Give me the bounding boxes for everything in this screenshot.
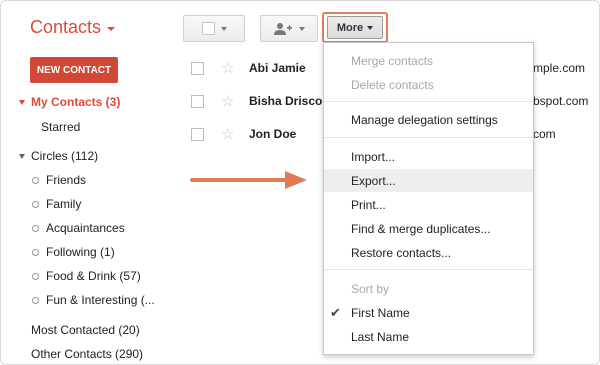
menu-item-import[interactable]: Import... bbox=[324, 145, 533, 168]
nav-most-contacted[interactable]: Most Contacted (20) bbox=[31, 323, 140, 337]
menu-item-delegation[interactable]: Manage delegation settings bbox=[324, 108, 533, 131]
circle-label: Fun & Interesting (... bbox=[46, 293, 155, 307]
more-button[interactable]: More bbox=[327, 16, 383, 39]
menu-item-restore[interactable]: Restore contacts... bbox=[324, 241, 533, 264]
menu-item-sort-last-name[interactable]: Last Name bbox=[324, 325, 533, 348]
new-contact-button[interactable]: NEW CONTACT bbox=[30, 57, 118, 83]
contact-email: bspot.com bbox=[533, 94, 589, 108]
app-title: Contacts bbox=[30, 17, 102, 37]
caret-down-icon bbox=[367, 25, 374, 30]
contacts-window: Contacts More NEW CONTACT My Contacts (3… bbox=[0, 0, 600, 365]
star-icon[interactable]: ☆ bbox=[221, 94, 235, 109]
menu-sort-by-heading: Sort by bbox=[351, 281, 390, 296]
nav-circles[interactable]: Circles (112) bbox=[19, 149, 98, 163]
circle-acquaintances[interactable]: Acquaintances bbox=[32, 221, 125, 235]
circle-label: Acquaintances bbox=[46, 221, 125, 235]
star-icon[interactable]: ☆ bbox=[221, 61, 235, 76]
expand-triangle-icon[interactable] bbox=[19, 99, 25, 105]
circle-icon bbox=[32, 296, 39, 304]
row-checkbox[interactable] bbox=[191, 94, 204, 108]
circle-icon bbox=[32, 200, 39, 208]
caret-down-icon bbox=[299, 26, 305, 31]
caret-down-icon bbox=[220, 26, 227, 31]
menu-divider bbox=[324, 101, 533, 102]
menu-item-delete-contacts: Delete contacts bbox=[351, 77, 434, 92]
expand-triangle-icon[interactable] bbox=[19, 153, 25, 159]
circle-food-drink[interactable]: Food & Drink (57) bbox=[32, 269, 141, 283]
circle-icon bbox=[32, 224, 39, 232]
checkmark-icon: ✔ bbox=[330, 304, 341, 320]
add-to-circles-button[interactable] bbox=[260, 15, 318, 42]
menu-item-merge-contacts: Merge contacts bbox=[351, 53, 434, 68]
menu-item-sort-first-name[interactable]: ✔ First Name bbox=[324, 301, 533, 324]
star-icon[interactable]: ☆ bbox=[221, 127, 235, 142]
circle-family[interactable]: Family bbox=[32, 197, 81, 211]
more-dropdown-menu: Merge contacts Delete contacts Manage de… bbox=[323, 42, 534, 355]
menu-item-print[interactable]: Print... bbox=[324, 193, 533, 216]
checkbox-icon bbox=[201, 22, 215, 35]
circle-label: Friends bbox=[46, 173, 87, 187]
menu-item-export[interactable]: Export... bbox=[324, 169, 533, 192]
nav-my-contacts[interactable]: My Contacts (3) bbox=[19, 95, 120, 109]
annotation-arrow-icon bbox=[190, 171, 307, 189]
nav-starred[interactable]: Starred bbox=[41, 120, 80, 134]
menu-divider bbox=[324, 137, 533, 138]
circle-label: Family bbox=[46, 197, 82, 211]
circle-fun-interesting[interactable]: Fun & Interesting (... bbox=[32, 293, 155, 307]
more-button-label: More bbox=[336, 21, 364, 34]
circle-icon bbox=[32, 248, 39, 256]
add-person-icon bbox=[274, 22, 292, 35]
menu-item-find-merge[interactable]: Find & merge duplicates... bbox=[324, 217, 533, 240]
nav-other-contacts[interactable]: Other Contacts (290) bbox=[31, 347, 143, 361]
caret-down-icon bbox=[107, 27, 116, 31]
contact-name: Jon Doe bbox=[249, 127, 297, 141]
menu-divider bbox=[324, 269, 533, 270]
menu-item-label: First Name bbox=[351, 305, 410, 320]
circle-icon bbox=[32, 176, 39, 184]
nav-circles-label: Circles (112) bbox=[31, 149, 99, 163]
contact-email: com bbox=[533, 127, 556, 141]
contact-name: Abi Jamie bbox=[249, 61, 306, 75]
circle-label: Following (1) bbox=[46, 245, 115, 259]
contact-email: mple.com bbox=[533, 61, 586, 75]
row-checkbox[interactable] bbox=[191, 127, 204, 141]
circle-following[interactable]: Following (1) bbox=[32, 245, 115, 259]
circle-icon bbox=[32, 272, 39, 280]
app-title-dropdown[interactable]: Contacts bbox=[30, 17, 116, 38]
row-checkbox[interactable] bbox=[191, 61, 204, 75]
more-button-highlight: More bbox=[322, 12, 388, 43]
select-all-button[interactable] bbox=[183, 15, 245, 42]
contact-name: Bisha Driscoll bbox=[249, 94, 330, 108]
nav-my-contacts-label: My Contacts (3) bbox=[31, 95, 121, 109]
circle-label: Food & Drink (57) bbox=[46, 269, 141, 283]
circle-friends[interactable]: Friends bbox=[32, 173, 86, 187]
